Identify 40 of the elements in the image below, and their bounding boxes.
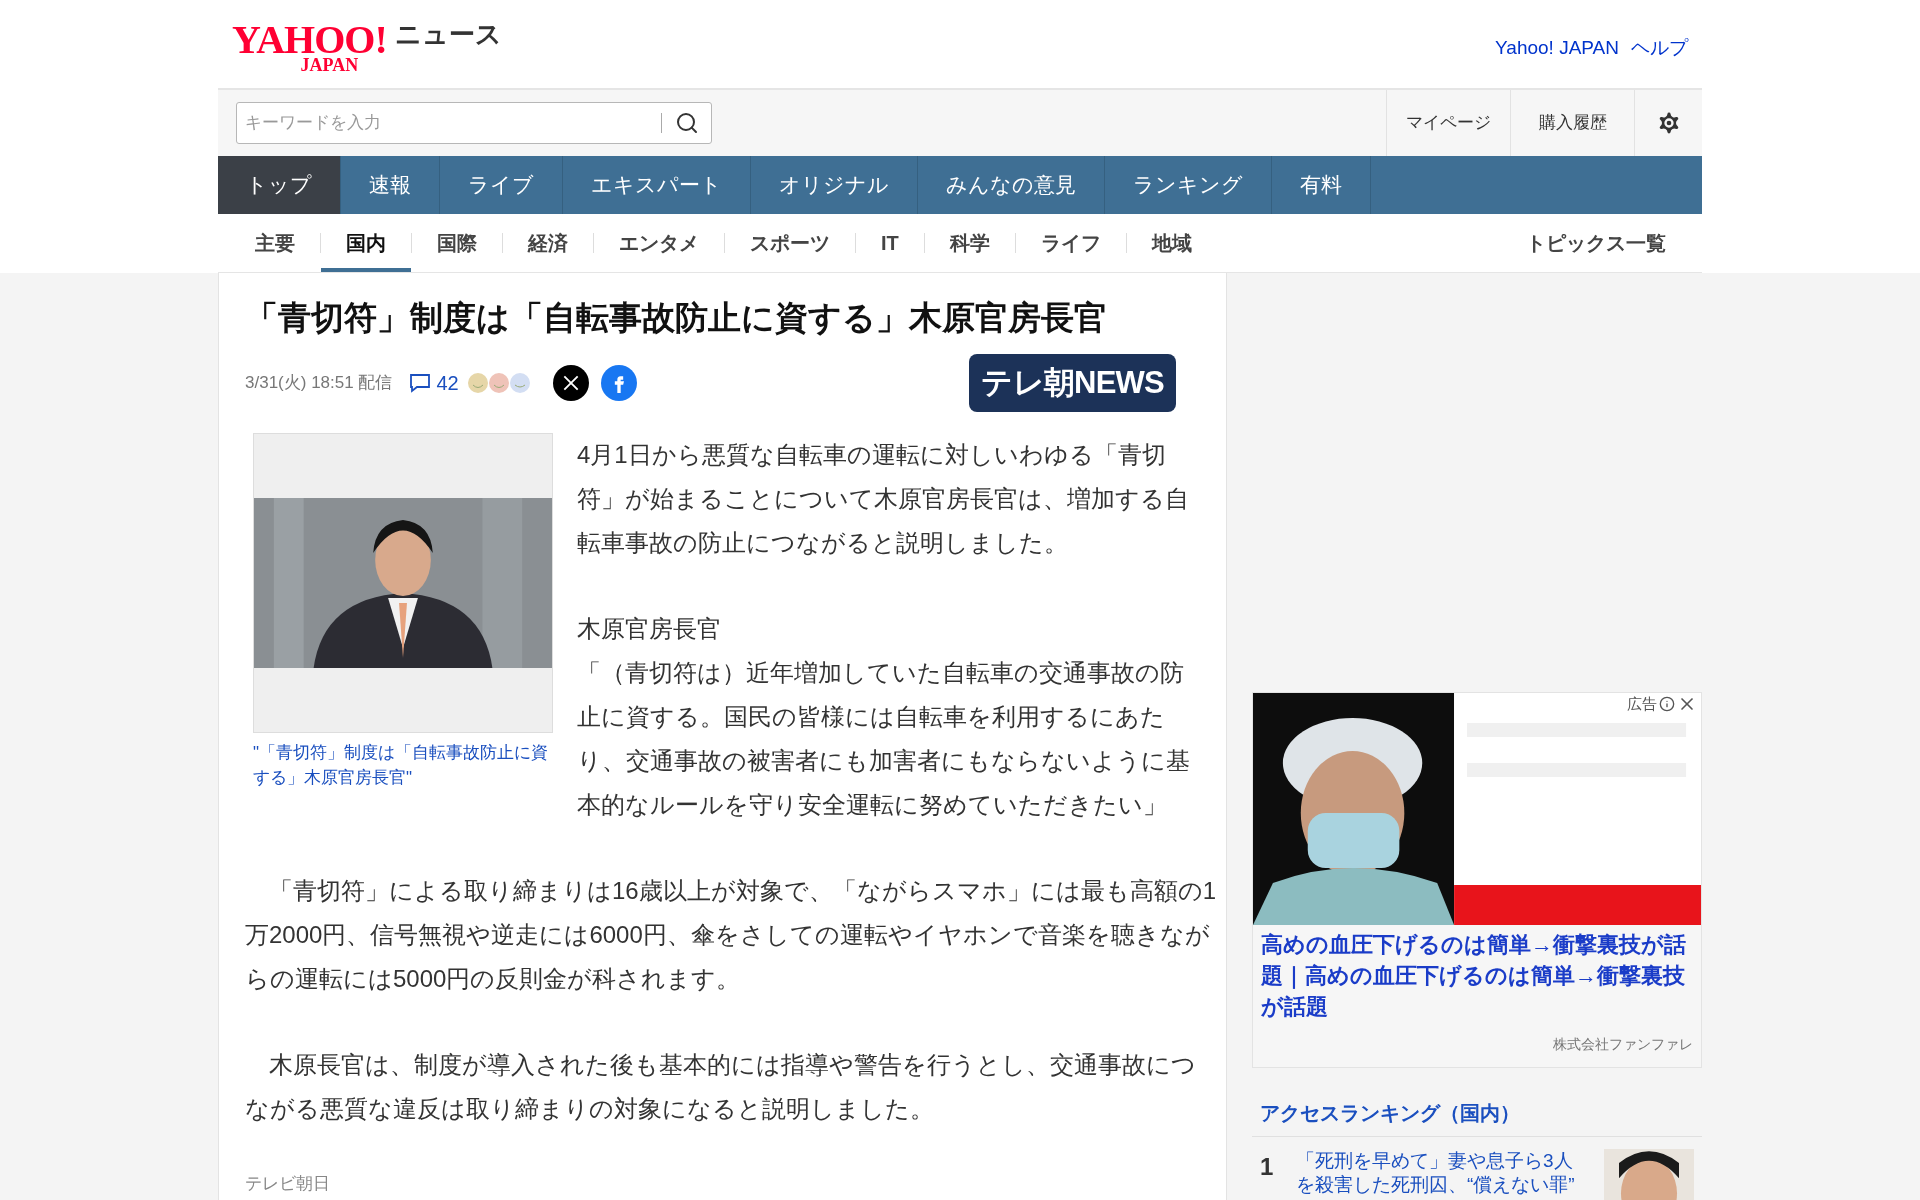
ranking-link[interactable]: 「死刑を早めて」妻や息子ら3人を殺害した死刑囚、“償えない罪” (1296, 1149, 1584, 1200)
publisher-logo[interactable]: テレ朝NEWS (969, 353, 1176, 413)
ad-headline[interactable]: 高めの血圧下げるのは簡単→衝撃裏技が話題｜高めの血圧下げるのは簡単→衝撃裏技が話題 (1253, 925, 1701, 1022)
image-caption[interactable]: "「青切符」制度は「自転事故防止に資する」木原官房長官" (253, 741, 553, 791)
quote-paragraph: 「（青切符は）近年増加していた自転車の交通事故の防止に資する。国民の皆様には自転車を利用するにあたり、交通事故の被害者にも加害者にもならないように基本的なルールを守り安全運転に努めていただきたい」 (577, 658, 1191, 821)
category-tab[interactable]: IT (856, 214, 924, 272)
body-paragraph: 「青切符」による取り締まりは16歳以上が対象で、「ながらスマホ」には最も高額の1万2000円、信号無視や逆走には6000円、傘をさしての運転やイヤホンで音楽を聴きながらの運転には5000円の反則金が科されます。 (245, 876, 1218, 995)
body-paragraph: 木原長官は、制度が導入された後も基本的には指導や警告を行うとし、交通事故につながる悪質な違反は取り締まりの対象になると説明しました。 (245, 1050, 1197, 1125)
category-tab[interactable]: 地域 (1126, 214, 1217, 272)
category-tab[interactable]: スポーツ (725, 214, 855, 272)
header-link[interactable]: Yahoo! JAPAN (1495, 33, 1619, 63)
category-tab[interactable]: 主要 (230, 214, 320, 272)
ad-card[interactable]: 広告 高めの血圧下げるのは簡単→衝撃裏技が話題｜高めの血圧下げるのは簡単→衝撃裏技が話題 株式会社ファンファレ (1252, 692, 1702, 1068)
x-share-button[interactable] (552, 365, 589, 402)
category-tab[interactable]: 科学 (924, 214, 1015, 272)
category-tab[interactable]: エンタメ (594, 214, 724, 272)
ranking-title: アクセスランキング（国内） (1252, 1098, 1702, 1137)
service-name: ニュース (394, 17, 502, 51)
topics-link[interactable]: トピックス一覧 (1502, 228, 1690, 258)
facebook-share-button[interactable] (600, 365, 637, 402)
category-tab[interactable]: ライフ (1015, 214, 1126, 272)
lead-paragraph: 4月1日から悪質な自転車の運転に対しいわゆる「青切符」が始まることについて木原官房長官は、増加する自転車事故の防止につながると説明しました。 (577, 440, 1190, 559)
category-tab[interactable]: 国際 (412, 214, 502, 272)
advertiser-name: 株式会社ファンファレ (1552, 1035, 1694, 1054)
comment-link[interactable]: 42 (408, 368, 459, 399)
nav-tab[interactable]: トップ (218, 156, 341, 214)
speaker-name: 木原官房長官 (577, 614, 722, 645)
search-field[interactable]: キーワードを入力 (236, 102, 712, 144)
header-link[interactable]: ヘルプ (1631, 33, 1688, 63)
info-icon[interactable] (1659, 696, 1675, 713)
reaction-faces-icon (466, 371, 533, 396)
publish-date: 3/31(火) 18:51 配信 (245, 372, 393, 395)
source-name: テレビ朝日 (245, 1173, 331, 1196)
article-title: 「青切符」制度は「自転事故防止に資する」木原官房長官 (245, 298, 1108, 338)
category-tab[interactable]: 経済 (503, 214, 593, 272)
comment-icon (408, 371, 433, 396)
rank-number: 1 (1260, 1152, 1275, 1182)
site-logo[interactable]: YAHOO! JAPAN (232, 19, 387, 74)
search-icon[interactable] (675, 111, 699, 135)
ad-label: 広告 (1627, 694, 1657, 714)
